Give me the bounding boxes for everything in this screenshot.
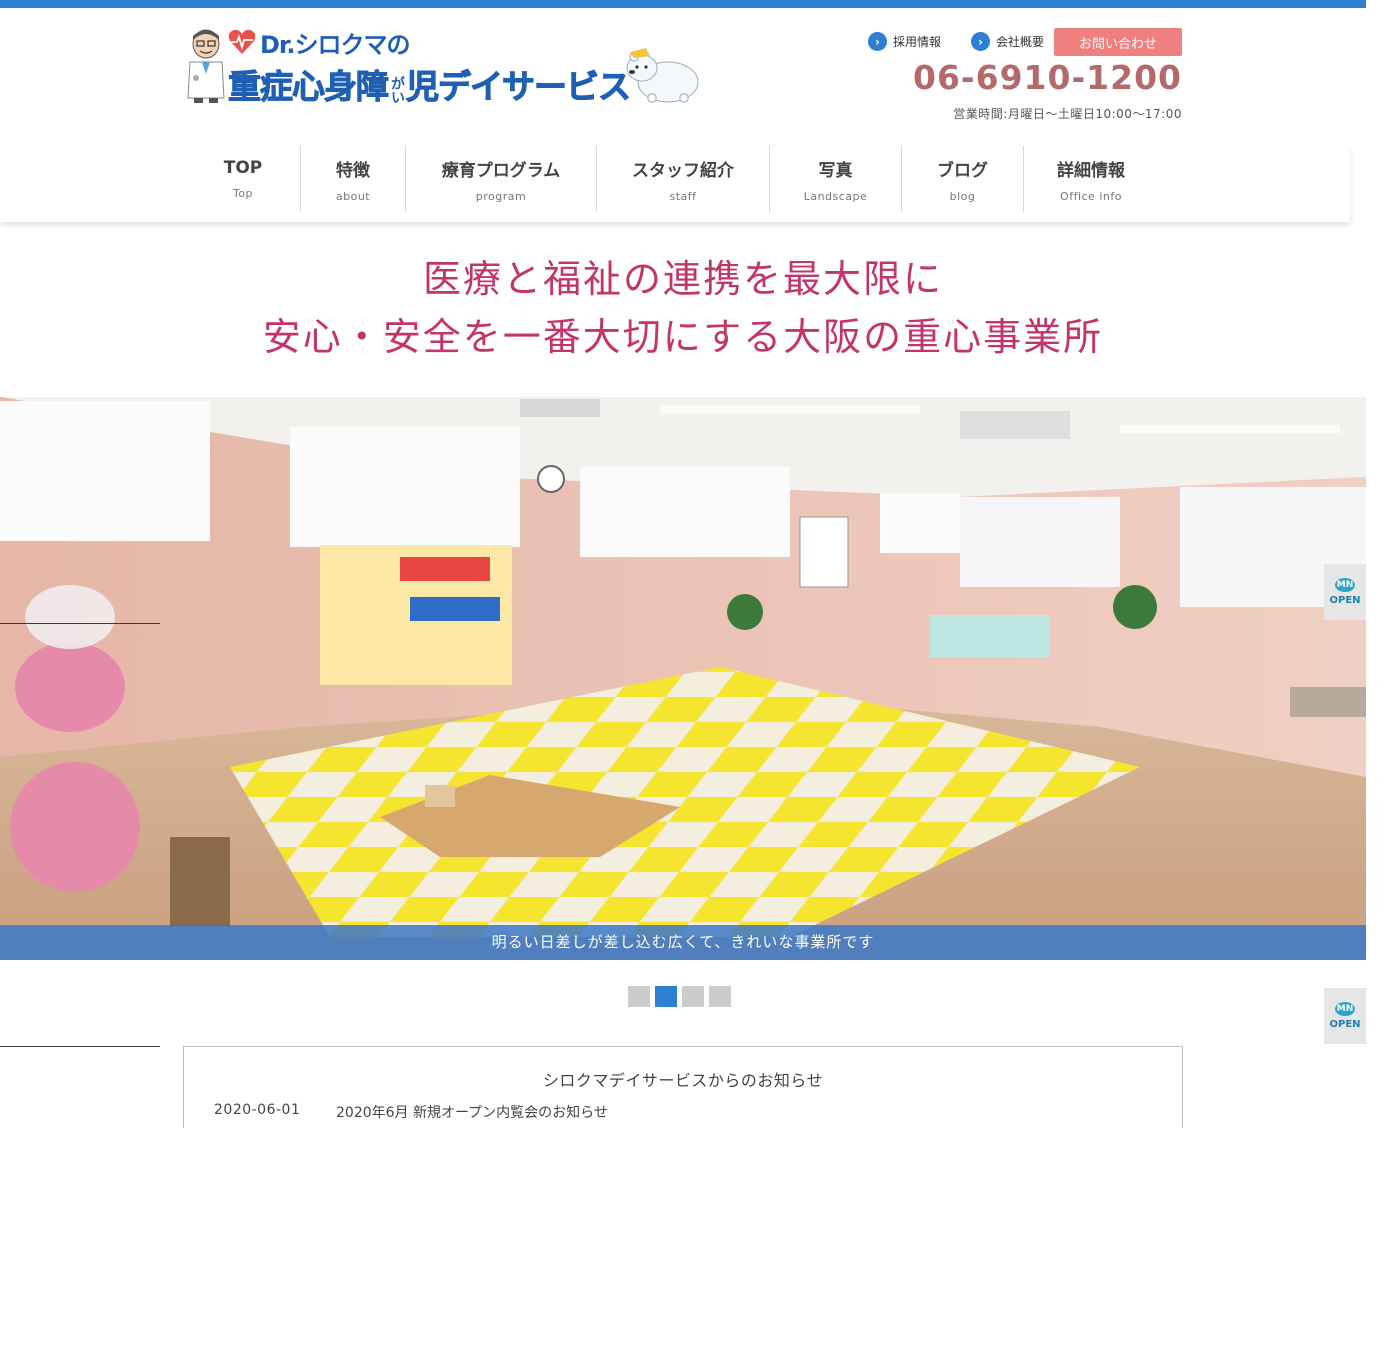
nav-item-sublabel: staff <box>669 189 697 203</box>
nav-item-label: TOP <box>223 158 263 178</box>
hero-headline-line-2: 安心・安全を一番大切にする大阪の重心事業所 <box>262 315 1104 359</box>
company-link[interactable]: › 会社概要 <box>971 32 1044 51</box>
news-title: シロクマデイサービスからのお知らせ <box>542 1071 824 1090</box>
main-navigation: TOP Top 特徴 about 療育プログラム program スタッフ紹介 … <box>0 146 1350 222</box>
side-tab-label: OPEN <box>1329 1019 1361 1030</box>
news-panel: シロクマデイサービスからのお知らせ 2020-06-01 2020年6月 新規オ… <box>183 1046 1183 1128</box>
nav-item-sublabel: about <box>335 189 371 203</box>
header-contact-area: › 採用情報 › 会社概要 お問い合わせ 06-6910-1200 営業時間:月… <box>862 28 1182 124</box>
nav-item-sublabel: Landscape <box>803 189 868 203</box>
top-accent-bar <box>0 0 1366 8</box>
decor-line <box>0 1046 160 1047</box>
slide-decor-line <box>0 623 160 624</box>
nav-item-label: ブログ <box>937 160 988 181</box>
recruit-link-label: 採用情報 <box>893 35 942 49</box>
news-item[interactable]: 2020-06-01 2020年6月 新規オープン内覧会のお知らせ <box>214 1102 608 1122</box>
chevron-right-icon: › <box>868 32 887 51</box>
phone-number[interactable]: 06-6910-1200 <box>913 58 1182 97</box>
slider-dot-3[interactable] <box>682 986 704 1007</box>
site-logo[interactable]: Dr.シロクマの 重症心身障 がい 児デイサービス <box>184 26 704 107</box>
nav-item-blog[interactable]: ブログ blog <box>902 146 1024 212</box>
recruit-link[interactable]: › 採用情報 <box>868 32 941 51</box>
side-open-tab[interactable]: MN OPEN <box>1324 988 1366 1044</box>
slider-dot-4[interactable] <box>709 986 731 1007</box>
nav-item-sublabel: Office info <box>1060 189 1122 203</box>
nav-item-program[interactable]: 療育プログラム program <box>406 146 597 212</box>
news-text[interactable]: 2020年6月 新規オープン内覧会のお知らせ <box>336 1102 608 1122</box>
hero-headline-line-1: 医療と福祉の連携を最大限に <box>422 257 943 301</box>
nav-item-landscape[interactable]: 写真 Landscape <box>770 146 902 212</box>
heart-icon <box>228 29 256 54</box>
nav-item-top[interactable]: TOP Top <box>186 146 301 212</box>
slider-dot-1[interactable] <box>628 986 650 1007</box>
facility-room-illustration <box>0 397 1366 960</box>
nav-item-about[interactable]: 特徴 about <box>301 146 406 212</box>
nav-item-label: 特徴 <box>336 160 370 181</box>
nav-item-sublabel: program <box>475 189 527 203</box>
nav-item-staff[interactable]: スタッフ紹介 staff <box>597 146 770 212</box>
slide-caption: 明るい日差しが差し込む広くて、きれいな事業所です <box>0 925 1366 960</box>
slider-dot-2[interactable] <box>655 986 677 1007</box>
chevron-right-icon: › <box>971 32 990 51</box>
business-hours: 営業時間:月曜日〜土曜日10:00〜17:00 <box>953 107 1182 121</box>
polar-bear-mascot-icon <box>626 48 699 103</box>
hero-headline: 医療と福祉の連携を最大限に 安心・安全を一番大切にする大阪の重心事業所 <box>0 250 1366 366</box>
contact-button[interactable]: お問い合わせ <box>1054 28 1182 56</box>
nav-item-office-info[interactable]: 詳細情報 Office info <box>1024 146 1158 212</box>
nav-item-label: スタッフ紹介 <box>632 160 734 181</box>
nav-item-label: 詳細情報 <box>1057 160 1125 181</box>
slider-pagination <box>628 986 736 1007</box>
nav-item-label: 療育プログラム <box>441 160 561 181</box>
company-link-label: 会社概要 <box>996 35 1045 49</box>
logo-line-1: Dr.シロクマの <box>260 30 410 59</box>
hero-slide-image[interactable] <box>0 397 1366 960</box>
mn-badge-icon: MN <box>1335 1002 1355 1016</box>
side-tab-label: OPEN <box>1329 595 1361 606</box>
news-date: 2020-06-01 <box>214 1102 301 1118</box>
doctor-mascot-icon <box>187 29 225 103</box>
logo-line-2a: 重症心身障 <box>228 67 390 107</box>
side-open-tab[interactable]: MN OPEN <box>1324 564 1366 620</box>
nav-item-sublabel: Top <box>232 187 254 200</box>
logo-line-2b: 児デイサービス <box>406 67 632 107</box>
nav-item-label: 写真 <box>818 160 853 181</box>
mn-badge-icon: MN <box>1335 578 1355 592</box>
nav-item-sublabel: blog <box>949 189 976 203</box>
logo-line-2-small: がい <box>389 76 405 104</box>
